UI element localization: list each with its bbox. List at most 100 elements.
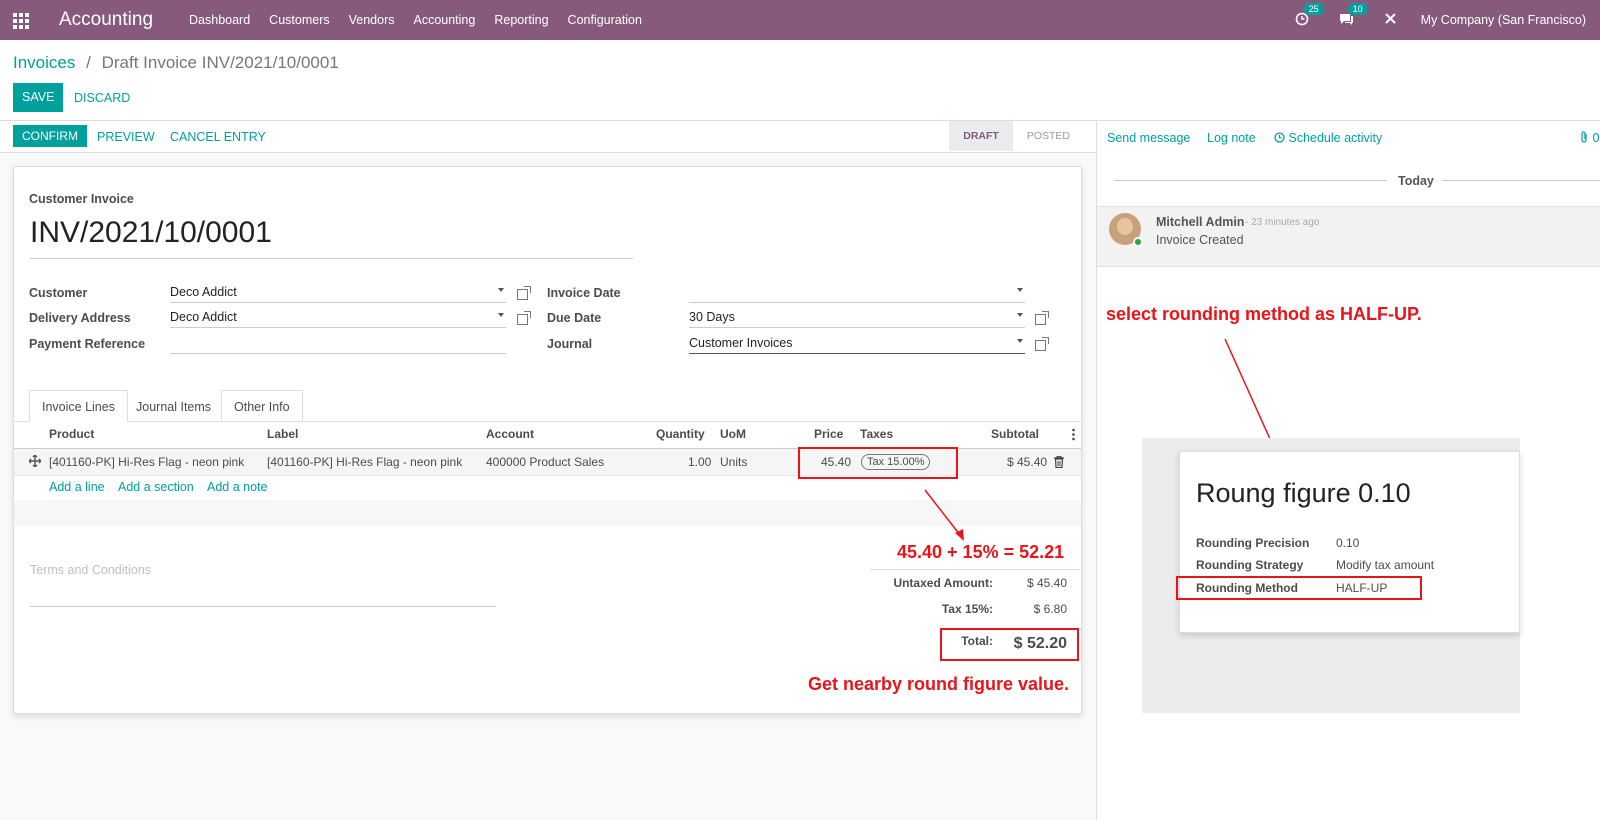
activity-clock-icon[interactable]: 25	[1295, 2, 1324, 29]
rounding-title: Roung figure 0.10	[1196, 478, 1411, 508]
today-divider-left	[1114, 180, 1387, 181]
tab-other-info[interactable]: Other Info	[221, 390, 303, 422]
save-button[interactable]: SAVE	[13, 83, 64, 112]
message-author[interactable]: Mitchell Admin	[1156, 215, 1244, 229]
drag-handle-icon[interactable]	[28, 454, 42, 468]
statusbar: CONFIRM PREVIEW CANCEL ENTRY DRAFT POSTE…	[0, 121, 1096, 153]
total-highlight-box	[940, 628, 1079, 661]
delivery-address-label: Delivery Address	[29, 311, 131, 325]
clock-icon	[1274, 132, 1285, 143]
add-line-link[interactable]: Add a line	[49, 480, 105, 494]
confirm-button[interactable]: CONFIRM	[13, 125, 87, 147]
activity-count-badge: 25	[1303, 2, 1324, 15]
breadcrumb-invoices-link[interactable]: Invoices	[13, 53, 75, 72]
dropdown-caret-icon	[1017, 339, 1023, 343]
attachments-button[interactable]: 0	[1580, 131, 1599, 145]
payment-reference-field[interactable]	[170, 334, 506, 354]
terms-input[interactable]: Terms and Conditions	[30, 563, 496, 607]
paperclip-icon	[1581, 131, 1587, 143]
preview-button[interactable]: PREVIEW	[97, 130, 155, 144]
line-quantity[interactable]: 1.00	[688, 455, 711, 469]
arrow-to-calc-icon	[924, 489, 964, 541]
select-method-annotation: select rounding method as HALF-UP.	[1106, 304, 1422, 324]
payment-reference-label: Payment Reference	[29, 337, 146, 351]
trash-icon[interactable]	[1054, 456, 1064, 469]
breadcrumb-current: Draft Invoice INV/2021/10/0001	[101, 53, 339, 72]
tax-amount-label: Tax 15%:	[941, 602, 993, 616]
log-note-link[interactable]: Log note	[1207, 131, 1256, 145]
line-label[interactable]: [401160-PK] Hi-Res Flag - neon pink	[267, 455, 462, 469]
rounding-strategy-label: Rounding Strategy	[1196, 558, 1304, 572]
debug-tools-icon[interactable]	[1384, 12, 1397, 28]
untaxed-amount-label: Untaxed Amount:	[893, 576, 993, 590]
discard-button[interactable]: DISCARD	[74, 91, 130, 105]
col-label[interactable]: Label	[267, 427, 298, 441]
external-link-icon[interactable]	[1035, 311, 1049, 325]
line-uom[interactable]: Units	[720, 455, 747, 469]
col-subtotal[interactable]: Subtotal	[991, 427, 1039, 441]
price-tax-highlight-box	[798, 447, 958, 479]
rounding-precision-value: 0.10	[1336, 536, 1360, 550]
schedule-activity-link[interactable]: Schedule activity	[1274, 131, 1382, 145]
dropdown-caret-icon	[498, 313, 504, 317]
status-steps: DRAFT POSTED	[949, 121, 1084, 151]
message-body: Invoice Created	[1156, 233, 1244, 247]
journal-value: Customer Invoices	[689, 336, 793, 350]
dropdown-caret-icon	[1017, 288, 1023, 292]
add-section-link[interactable]: Add a section	[118, 480, 194, 494]
menu-customers[interactable]: Customers	[269, 13, 329, 27]
external-link-icon[interactable]	[1035, 337, 1049, 351]
top-navbar: Accounting Dashboard Customers Vendors A…	[0, 0, 1600, 40]
app-brand[interactable]: Accounting	[59, 9, 153, 31]
journal-field[interactable]: Customer Invoices	[689, 334, 1025, 354]
add-note-link[interactable]: Add a note	[207, 480, 267, 494]
external-link-icon[interactable]	[517, 311, 531, 325]
delivery-address-value: Deco Addict	[170, 310, 237, 324]
invoice-number[interactable]: INV/2021/10/0001	[30, 216, 633, 259]
journal-label: Journal	[547, 337, 593, 351]
invoice-date-label: Invoice Date	[547, 286, 621, 300]
column-options-icon[interactable]	[1072, 428, 1075, 441]
menu-vendors[interactable]: Vendors	[349, 13, 395, 27]
col-price[interactable]: Price	[814, 427, 843, 441]
totals-divider	[870, 569, 1080, 570]
breadcrumb: Invoices / Draft Invoice INV/2021/10/000…	[13, 53, 339, 73]
today-divider-right	[1442, 180, 1600, 181]
col-uom[interactable]: UoM	[720, 427, 746, 441]
calc-annotation: 45.40 + 15% = 52.21	[897, 542, 1065, 562]
invoice-date-field[interactable]	[689, 283, 1025, 303]
tab-invoice-lines[interactable]: Invoice Lines	[29, 390, 128, 422]
send-message-link[interactable]: Send message	[1107, 131, 1190, 145]
dropdown-caret-icon	[498, 288, 504, 292]
line-product[interactable]: [401160-PK] Hi-Res Flag - neon pink	[49, 455, 244, 469]
rounding-strategy-value: Modify tax amount	[1336, 558, 1435, 572]
status-posted[interactable]: POSTED	[1013, 121, 1084, 151]
apps-grid-icon[interactable]	[13, 13, 31, 29]
due-date-label: Due Date	[547, 311, 602, 325]
external-link-icon[interactable]	[517, 286, 531, 300]
col-product[interactable]: Product	[49, 427, 94, 441]
line-account[interactable]: 400000 Product Sales	[486, 455, 604, 469]
col-quantity[interactable]: Quantity	[656, 427, 705, 441]
col-taxes[interactable]: Taxes	[860, 427, 893, 441]
untaxed-amount-value: $ 45.40	[1026, 576, 1067, 590]
messages-icon[interactable]: 10	[1339, 2, 1368, 29]
customer-label: Customer	[29, 286, 88, 300]
delivery-address-field[interactable]: Deco Addict	[170, 308, 506, 328]
chatter-message: Mitchell Admin - 23 minutes ago Invoice …	[1097, 206, 1600, 267]
col-account[interactable]: Account	[486, 427, 534, 441]
rounding-method-highlight-box	[1176, 576, 1422, 600]
rounding-card: Roung figure 0.10 Rounding Precision 0.1…	[1179, 451, 1520, 633]
menu-accounting[interactable]: Accounting	[413, 13, 475, 27]
menu-configuration[interactable]: Configuration	[568, 13, 642, 27]
customer-value: Deco Addict	[170, 285, 237, 299]
customer-field[interactable]: Deco Addict	[170, 283, 506, 303]
online-status-icon	[1133, 237, 1143, 247]
rounding-precision-label: Rounding Precision	[1196, 536, 1310, 550]
tab-journal-items[interactable]: Journal Items	[123, 390, 224, 422]
due-date-field[interactable]: 30 Days	[689, 308, 1025, 328]
cancel-entry-button[interactable]: CANCEL ENTRY	[170, 130, 266, 144]
menu-dashboard[interactable]: Dashboard	[189, 13, 250, 27]
company-switcher[interactable]: My Company (San Francisco)	[1421, 13, 1586, 27]
menu-reporting[interactable]: Reporting	[494, 13, 548, 27]
